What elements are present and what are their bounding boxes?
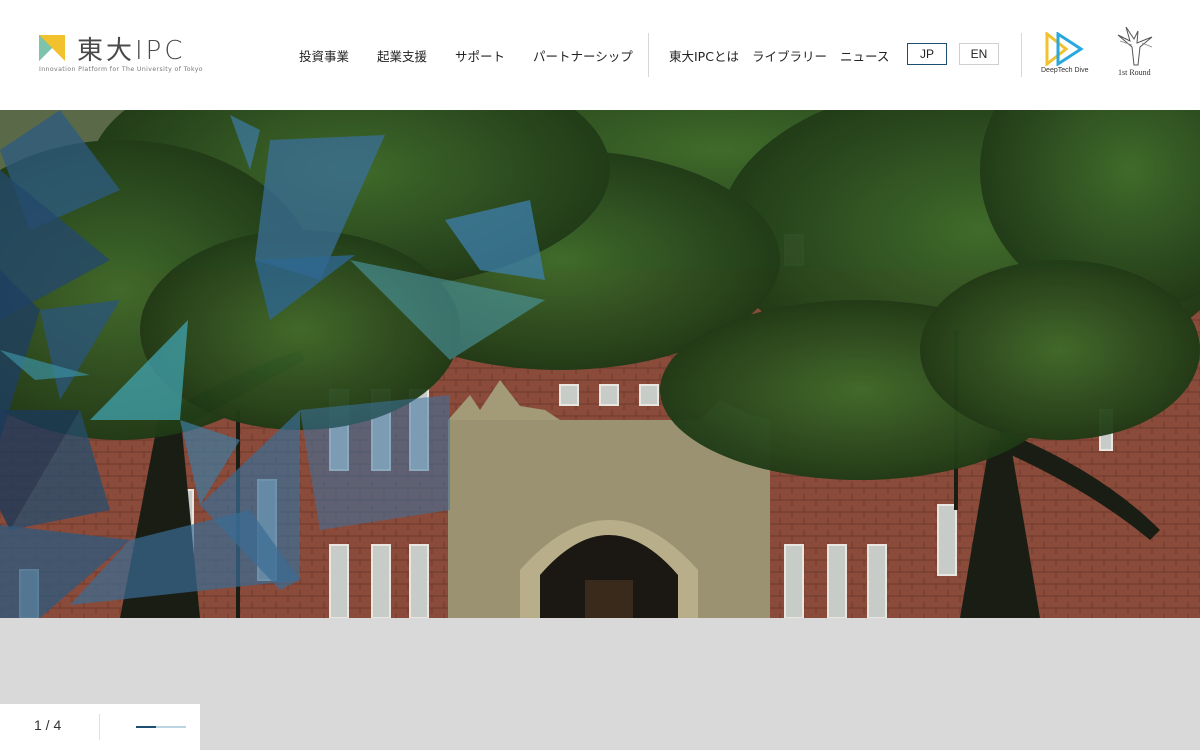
logo-name: 東大IPC	[77, 36, 186, 66]
hero-image	[0, 110, 1200, 618]
nav-partnership[interactable]: パートナーシップ	[533, 46, 633, 65]
deeptech-dive-label: DeepTech Dive	[1041, 67, 1089, 74]
hummingbird-icon	[1117, 26, 1153, 66]
slide-progress-bar[interactable]	[136, 726, 186, 728]
site-header: 東大IPC Innovation Platform for The Univer…	[0, 0, 1200, 110]
lang-en-button[interactable]: EN	[959, 43, 999, 65]
site-logo[interactable]: 東大IPC Innovation Platform for The Univer…	[39, 33, 209, 77]
nav-about[interactable]: 東大IPCとは	[669, 46, 739, 65]
pager-divider	[99, 714, 100, 740]
slide-counter: 1 / 4	[34, 717, 62, 733]
logo-tagline: Innovation Platform for The University o…	[39, 66, 203, 73]
logo-mark-icon	[39, 35, 65, 61]
lang-jp-button[interactable]: JP	[907, 43, 947, 65]
slide-progress-fill	[136, 726, 156, 728]
slider-pager: 1 / 4	[0, 704, 200, 750]
campus-photo	[0, 110, 1200, 618]
nav-support[interactable]: サポート	[455, 46, 505, 65]
nav-library[interactable]: ライブラリー	[752, 46, 827, 65]
nav-investment[interactable]: 投資事業	[299, 46, 349, 65]
first-round-label: 1st Round	[1118, 68, 1151, 77]
play-triangle-icon	[1045, 32, 1084, 66]
nav-news[interactable]: ニュース	[840, 46, 889, 65]
nav-divider	[648, 33, 649, 77]
partner-divider	[1021, 33, 1022, 77]
nav-startup-support[interactable]: 起業支援	[377, 46, 427, 65]
